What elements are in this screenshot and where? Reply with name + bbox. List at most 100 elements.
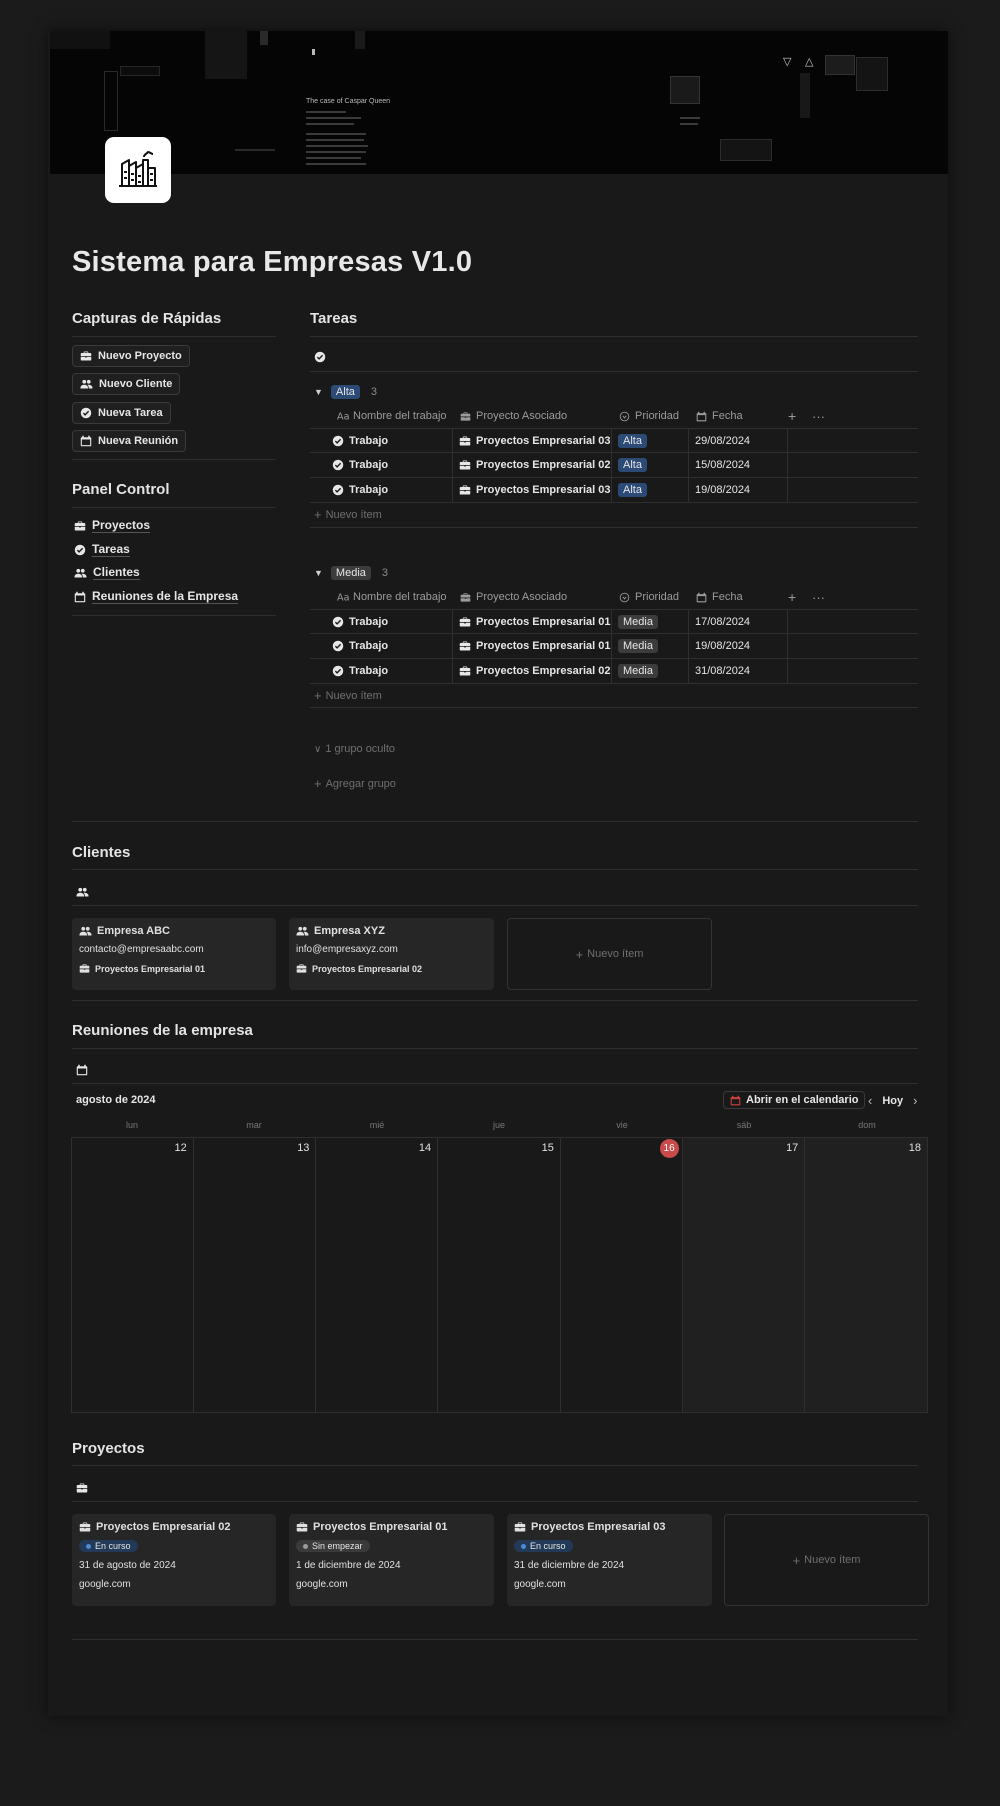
add-column-icon[interactable]: +: [788, 589, 812, 605]
add-column-icon[interactable]: +: [788, 408, 812, 424]
cell-priority[interactable]: Media: [612, 609, 689, 634]
calendar-day-today[interactable]: 16: [561, 1138, 683, 1412]
project-card[interactable]: Proyectos Empresarial 03 En curso 31 de …: [507, 1514, 712, 1606]
nav-link-tareas[interactable]: Tareas: [74, 542, 130, 557]
column-header-priority[interactable]: Prioridad: [612, 591, 689, 603]
cell-name[interactable]: Trabajo: [310, 658, 453, 683]
cell-priority[interactable]: Alta: [612, 428, 689, 453]
nav-link-reuniones[interactable]: Reuniones de la Empresa: [74, 589, 239, 604]
column-header-project[interactable]: Proyecto Asociado: [453, 591, 612, 603]
column-header-priority[interactable]: Prioridad: [612, 410, 689, 422]
cell-name[interactable]: Trabajo: [310, 452, 453, 477]
today-button[interactable]: Hoy: [882, 1095, 903, 1107]
cell-project[interactable]: Proyectos Empresarial 01: [453, 609, 612, 634]
divider: [310, 502, 918, 503]
divider: [72, 507, 276, 508]
column-header-date[interactable]: Fecha: [689, 591, 788, 603]
cell-priority[interactable]: Alta: [612, 477, 689, 502]
calendar-day[interactable]: 18: [805, 1138, 928, 1412]
divider: [310, 527, 918, 528]
new-meeting-button[interactable]: Nueva Reunión: [72, 430, 187, 452]
calendar-day[interactable]: 15: [438, 1138, 561, 1412]
briefcase-icon: [296, 1521, 308, 1533]
briefcase-icon[interactable]: [76, 1482, 88, 1494]
cell-project[interactable]: Proyectos Empresarial 03: [453, 428, 612, 453]
triangle-down-icon[interactable]: ▼: [314, 387, 323, 397]
client-card[interactable]: Empresa XYZ info@empresaxyz.com Proyecto…: [289, 918, 494, 990]
calendar-day[interactable]: 17: [682, 1138, 806, 1412]
cell-date[interactable]: 19/08/2024: [689, 477, 788, 502]
cell-project[interactable]: Proyectos Empresarial 02: [453, 452, 612, 477]
cell-priority[interactable]: Media: [612, 658, 689, 683]
table-row[interactable]: Trabajo Proyectos Empresarial 01 Media 1…: [310, 633, 918, 658]
table-row[interactable]: Trabajo Proyectos Empresarial 01 Media 1…: [310, 609, 918, 634]
project-link[interactable]: google.com: [296, 1579, 348, 1590]
group-header-alta[interactable]: ▼ Alta 3: [314, 385, 377, 399]
cell-project[interactable]: Proyectos Empresarial 03: [453, 477, 612, 502]
new-project-card[interactable]: + Nuevo ítem: [724, 1514, 929, 1606]
plus-icon: +: [575, 946, 584, 962]
project-link[interactable]: google.com: [514, 1579, 566, 1590]
calendar-day[interactable]: 13: [194, 1138, 317, 1412]
check-circle-icon[interactable]: [314, 351, 326, 363]
divider: [72, 1501, 918, 1502]
cover-image[interactable]: The case of Caspar Queen ▽ △: [50, 31, 948, 174]
new-project-button[interactable]: Nuevo Proyecto: [72, 345, 190, 367]
status-badge: En curso: [79, 1540, 138, 1552]
project-link[interactable]: google.com: [79, 1579, 131, 1590]
priority-icon: [619, 592, 630, 603]
open-calendar-button[interactable]: Abrir en el calendario: [723, 1091, 866, 1109]
cell-priority[interactable]: Alta: [612, 452, 689, 477]
project-card[interactable]: Proyectos Empresarial 02 En curso 31 de …: [72, 1514, 276, 1606]
check-circle-icon: [332, 459, 344, 471]
chevron-right-icon[interactable]: ›: [913, 1093, 917, 1108]
nav-link-proyectos[interactable]: Proyectos: [74, 518, 151, 533]
divider: [72, 336, 276, 337]
cell-date[interactable]: 29/08/2024: [689, 428, 788, 453]
calendar-icon: [74, 591, 86, 603]
nav-link-clientes[interactable]: Clientes: [74, 565, 140, 580]
column-header-name[interactable]: Nombre del trabajo: [310, 590, 453, 604]
calendar-icon[interactable]: [76, 1064, 88, 1076]
people-icon[interactable]: [76, 886, 89, 898]
table-row[interactable]: Trabajo Proyectos Empresarial 03 Alta 19…: [310, 477, 918, 502]
new-item-button[interactable]: + Nuevo ítem: [314, 688, 382, 703]
plus-icon: +: [314, 688, 322, 703]
cell-name[interactable]: Trabajo: [310, 428, 453, 453]
hidden-groups-toggle[interactable]: ∨ 1 grupo oculto: [314, 743, 395, 755]
more-options-icon[interactable]: ···: [812, 590, 836, 605]
new-item-button[interactable]: + Nuevo ítem: [314, 507, 382, 522]
column-header-date[interactable]: Fecha: [689, 410, 788, 422]
table-row[interactable]: Trabajo Proyectos Empresarial 03 Alta 29…: [310, 428, 918, 453]
cell-date[interactable]: 31/08/2024: [689, 658, 788, 683]
cell-name[interactable]: Trabajo: [310, 477, 453, 502]
column-header-project[interactable]: Proyecto Asociado: [453, 410, 612, 422]
column-header-name[interactable]: Nombre del trabajo: [310, 409, 453, 423]
table-row[interactable]: Trabajo Proyectos Empresarial 02 Media 3…: [310, 658, 918, 683]
calendar-day[interactable]: 12: [72, 1138, 194, 1412]
check-circle-icon: [332, 435, 344, 447]
new-task-button[interactable]: Nueva Tarea: [72, 402, 171, 424]
cell-date[interactable]: 15/08/2024: [689, 452, 788, 477]
new-client-button[interactable]: Nuevo Cliente: [72, 373, 181, 395]
new-client-card[interactable]: + Nuevo ítem: [507, 918, 712, 990]
calendar-day[interactable]: 14: [316, 1138, 439, 1412]
cell-date[interactable]: 17/08/2024: [689, 609, 788, 634]
chevron-left-icon[interactable]: ‹: [868, 1093, 872, 1108]
cell-priority[interactable]: Media: [612, 633, 689, 658]
table-row[interactable]: Trabajo Proyectos Empresarial 02 Alta 15…: [310, 452, 918, 477]
cell-date[interactable]: 19/08/2024: [689, 633, 788, 658]
divider: [72, 1083, 918, 1084]
calendar-nav: ‹ Hoy ›: [868, 1093, 917, 1108]
page-icon[interactable]: [105, 137, 171, 203]
cell-project[interactable]: Proyectos Empresarial 02: [453, 658, 612, 683]
cell-project[interactable]: Proyectos Empresarial 01: [453, 633, 612, 658]
add-group-button[interactable]: + Agregar grupo: [314, 776, 396, 791]
cell-name[interactable]: Trabajo: [310, 609, 453, 634]
client-card[interactable]: Empresa ABC contacto@empresaabc.com Proy…: [72, 918, 276, 990]
project-card[interactable]: Proyectos Empresarial 01 Sin empezar 1 d…: [289, 1514, 494, 1606]
cell-name[interactable]: Trabajo: [310, 633, 453, 658]
more-options-icon[interactable]: ···: [812, 409, 836, 424]
triangle-down-icon[interactable]: ▼: [314, 568, 323, 578]
group-header-media[interactable]: ▼ Media 3: [314, 566, 388, 580]
